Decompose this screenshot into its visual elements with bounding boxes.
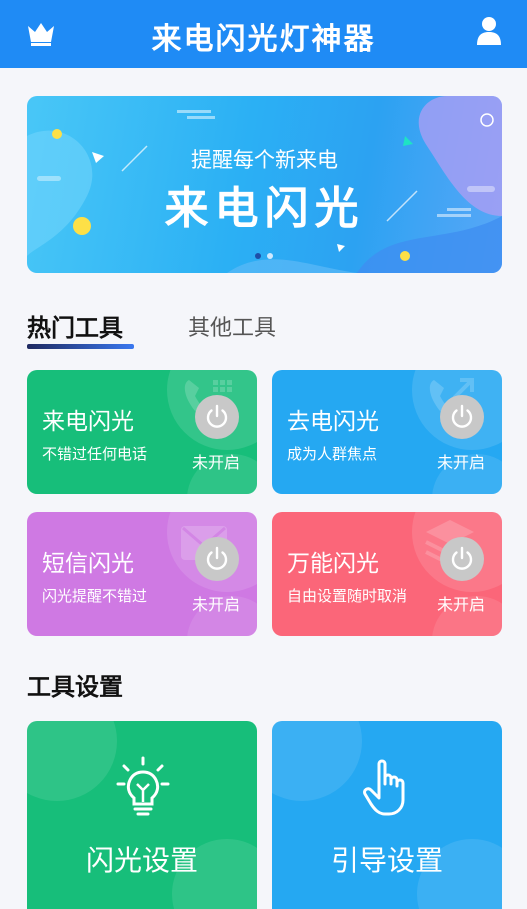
card-decoration [27,721,117,801]
tool-tabs: 热门工具 其他工具 [27,308,327,352]
flash-settings-label: 闪光设置 [85,844,198,877]
power-icon [206,404,228,428]
promo-banner[interactable]: 提醒每个新来电 来电闪光 [27,96,502,273]
tool-card-sms-flash[interactable]: 短信闪光 闪光提醒不错过 未开启 [27,512,257,636]
card-title: 去电闪光 [287,409,379,435]
guide-settings-button[interactable]: 引导设置 [272,721,502,909]
power-toggle[interactable] [440,395,484,439]
banner-subtitle: 提醒每个新来电 [191,148,338,172]
card-status: 未开启 [192,595,241,614]
power-toggle[interactable] [195,537,239,581]
card-status: 未开启 [192,453,241,472]
tool-card-universal-flash[interactable]: 万能闪光 自由设置随时取消 未开启 [272,512,502,636]
card-decoration [272,721,362,801]
carousel-dot-active[interactable] [255,253,261,259]
card-description: 闪光提醒不错过 [42,587,148,605]
tab-hot-tools[interactable]: 热门工具 [27,308,123,343]
card-description: 不错过任何电话 [42,445,148,463]
tool-card-incoming-flash[interactable]: 来电闪光 不错过任何电话 未开启 [27,370,257,494]
power-icon [206,546,228,570]
hand-pointer-icon [363,759,405,816]
guide-settings-label: 引导设置 [330,844,443,877]
tab-active-indicator [27,344,134,349]
card-title: 来电闪光 [42,409,134,435]
card-title: 万能闪光 [287,551,379,577]
lightbulb-icon [116,756,170,816]
app-header: 来电闪光灯神器 [0,0,527,68]
user-icon[interactable] [476,16,502,46]
card-description: 成为人群焦点 [287,445,378,463]
app-title: 来电闪光灯神器 [151,22,376,57]
card-title: 短信闪光 [42,551,134,577]
card-description: 自由设置随时取消 [287,587,408,605]
card-status: 未开启 [437,453,486,472]
banner-headline: 来电闪光 [164,183,365,234]
power-icon [451,404,473,428]
power-toggle[interactable] [195,395,239,439]
card-status: 未开启 [437,595,486,614]
tab-other-tools[interactable]: 其他工具 [188,310,276,342]
power-toggle[interactable] [440,537,484,581]
power-icon [451,546,473,570]
flash-settings-button[interactable]: 闪光设置 [27,721,257,909]
section-title-settings: 工具设置 [27,673,123,701]
carousel-dot[interactable] [267,253,273,259]
tool-card-outgoing-flash[interactable]: 去电闪光 成为人群焦点 未开启 [272,370,502,494]
